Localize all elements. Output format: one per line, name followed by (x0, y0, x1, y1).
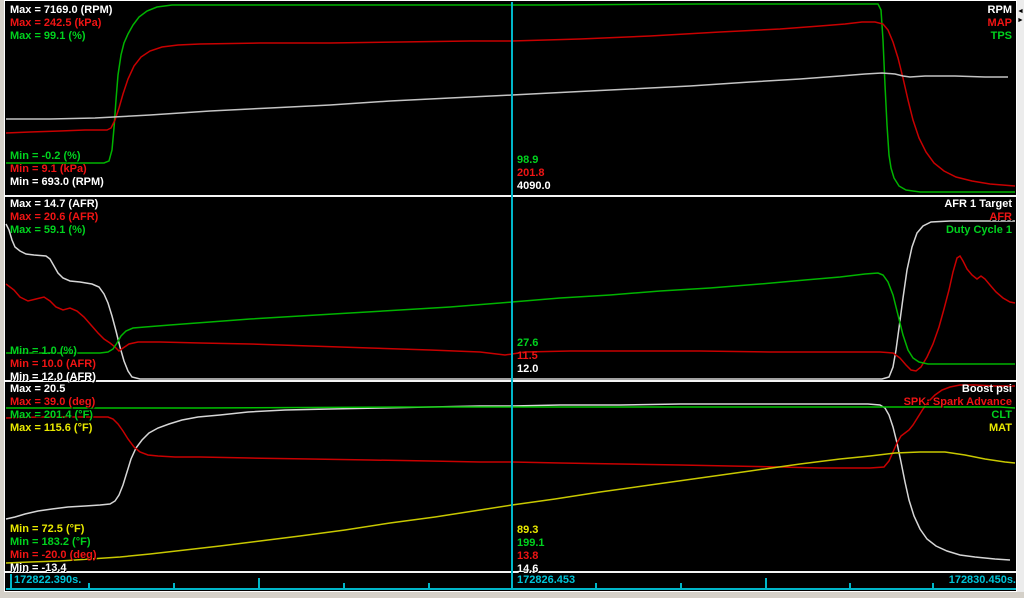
panel-1-legend-item[interactable]: RPM (988, 4, 1012, 17)
panel-2-min-labels-item: Min = 10.0 (AFR) (10, 358, 96, 370)
panel-3-cursor-values-item: 13.8 (517, 550, 539, 562)
panel-1-max-labels-item: Max = 99.1 (%) (10, 30, 86, 42)
panel-1-legend: RPM MAP TPS (988, 4, 1012, 43)
axis-tick (428, 583, 430, 590)
time-axis-cursor-label: 172826.453 (517, 574, 576, 586)
axis-tick (10, 574, 12, 590)
scroll-right-arrow-icon[interactable]: ► (1017, 16, 1024, 25)
panel-3-cursor-values-item: 89.3 (517, 524, 539, 536)
panel-1-min-labels-item: Min = 9.1 (kPa) (10, 163, 87, 175)
panel-3-legend: Boost psi SPK: Spark Advance CLT MAT (904, 383, 1012, 435)
panel-1-legend-item[interactable]: TPS (988, 30, 1012, 43)
axis-tick (595, 583, 597, 590)
panel-2-legend-item[interactable]: AFR (944, 211, 1012, 224)
axis-tick (680, 583, 682, 590)
panel-2-min-labels: Min = 1.0 (%) Min = 10.0 (AFR) Min = 12.0 … (10, 345, 96, 384)
axis-tick (765, 578, 767, 590)
panel-3-legend-item[interactable]: Boost psi (904, 383, 1012, 396)
time-axis-start-label: 172822.390s. (14, 574, 82, 586)
cursor-line[interactable] (511, 2, 513, 590)
panel-1-legend-item[interactable]: MAP (988, 17, 1012, 30)
panel-2-min-labels-item: Min = 1.0 (%) (10, 345, 77, 357)
scroll-left-arrow-icon[interactable]: ◄ (1017, 7, 1024, 16)
panel-2-max-labels-item: Max = 20.6 (AFR) (10, 211, 99, 223)
panel-1-cursor-values: 98.9 201.8 4090.0 (517, 154, 551, 193)
panel-2-cursor-values-item: 12.0 (517, 363, 539, 375)
panel-3-min-labels-item: Min = -20.0 (deg) (10, 549, 97, 561)
panel-1-min-labels-item: Min = 693.0 (RPM) (10, 176, 104, 188)
panel-2-legend-item[interactable]: AFR 1 Target (944, 198, 1012, 211)
panel-1-cursor-values-item: 98.9 (517, 154, 539, 166)
axis-tick (932, 583, 934, 590)
panel-2-legend: AFR 1 Target AFR Duty Cycle 1 (944, 198, 1012, 237)
panel-2-max-labels-item: Max = 59.1 (%) (10, 224, 86, 236)
panel-3-max-labels: Max = 20.5 Max = 39.0 (deg) Max = 201.4 (°… (10, 383, 95, 435)
panel-2-max-labels-item: Max = 14.7 (AFR) (10, 198, 99, 210)
panel-1-max-labels-item: Max = 7169.0 (RPM) (10, 4, 113, 16)
panel-3-cursor-values: 89.3 199.1 13.8 14.6 (517, 524, 545, 576)
panel-2-cursor-values-item: 11.5 (517, 350, 538, 362)
window-bottom-edge (0, 592, 1024, 598)
panel-3-max-labels-item: Max = 39.0 (deg) (10, 396, 96, 408)
panel-1-min-labels: Min = -0.2 (%) Min = 9.1 (kPa) Min = 693.0… (10, 150, 104, 189)
log-viewer-window: Max = 7169.0 (RPM) Max = 242.5 (kPa) Max =… (0, 0, 1024, 598)
panel-3-cursor-values-item: 199.1 (517, 537, 545, 549)
panel-3-legend-item[interactable]: MAT (904, 422, 1012, 435)
panel-1-max-labels: Max = 7169.0 (RPM) Max = 242.5 (kPa) Max =… (10, 4, 112, 43)
panel-3-min-labels-item: Min = 72.5 (°F) (10, 523, 85, 535)
axis-tick (88, 583, 90, 590)
axis-tick (173, 583, 175, 590)
panel-3-min-labels-item: Min = 183.2 (°F) (10, 536, 91, 548)
panel-1-min-labels-item: Min = -0.2 (%) (10, 150, 81, 162)
panel-1-cursor-values-item: 201.8 (517, 167, 545, 179)
panel-1-max-labels-item: Max = 242.5 (kPa) (10, 17, 102, 29)
panel-2-legend-item[interactable]: Duty Cycle 1 (944, 224, 1012, 237)
panel-2-max-labels: Max = 14.7 (AFR) Max = 20.6 (AFR) Max = 59… (10, 198, 98, 237)
panel-3-min-labels: Min = 72.5 (°F) Min = 183.2 (°F) Min = -20… (10, 523, 97, 575)
panel-3-max-labels-item: Max = 115.6 (°F) (10, 422, 93, 434)
panel-2-cursor-values: 27.6 11.5 12.0 (517, 337, 538, 376)
panel-1-cursor-values-item: 4090.0 (517, 180, 551, 192)
right-scroll-strip: ◄ ► (1017, 0, 1024, 592)
panel-3-max-labels-item: Max = 20.5 (10, 383, 66, 395)
axis-tick (343, 583, 345, 590)
panel-3-legend-item[interactable]: CLT (904, 409, 1012, 422)
panel-3-max-labels-item: Max = 201.4 (°F) (10, 409, 93, 421)
axis-tick (849, 583, 851, 590)
panel-2-cursor-values-item: 27.6 (517, 337, 539, 349)
time-axis-end-label: 172830.450s. (948, 574, 1016, 586)
axis-tick (258, 578, 260, 590)
panel-3-legend-item[interactable]: SPK: Spark Advance (904, 396, 1012, 409)
